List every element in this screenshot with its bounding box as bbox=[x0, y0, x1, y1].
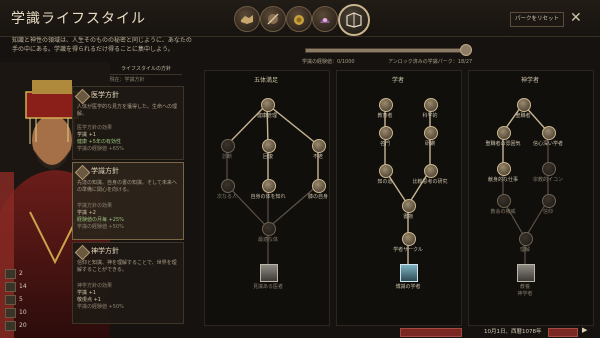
perk-node[interactable] bbox=[517, 98, 531, 112]
trait-unlock-node[interactable] bbox=[400, 264, 418, 282]
perk-label: 回復 bbox=[262, 154, 273, 160]
perk-label: 聖職者の雰囲気 bbox=[485, 141, 521, 147]
perk-label: 膝の自身 bbox=[307, 194, 328, 200]
perk-label: 教養 bbox=[519, 284, 530, 290]
perk-label: 聖職者 bbox=[515, 113, 531, 119]
perk-label: 知の道 bbox=[377, 179, 393, 185]
perk-label: 最適な体 bbox=[257, 237, 278, 243]
perk-node[interactable] bbox=[221, 179, 235, 193]
perk-label: 教育者 bbox=[377, 113, 393, 119]
perk-label: 教会の権威 bbox=[490, 209, 516, 215]
perk-label: 信心深い学者 bbox=[532, 141, 563, 147]
play-icon[interactable]: ▶ bbox=[582, 326, 587, 334]
perk-label: 理解 bbox=[519, 247, 530, 253]
perk-node[interactable] bbox=[379, 164, 393, 178]
perk-label: 学者サークル bbox=[393, 247, 423, 253]
perk-node[interactable] bbox=[519, 232, 533, 246]
perk-label: 献身的な仕事 bbox=[487, 177, 518, 183]
perk-label: 宗教的イコン bbox=[532, 177, 563, 183]
perk-label: 神学者 bbox=[517, 291, 533, 297]
perk-label: 信仰 bbox=[542, 209, 553, 215]
perk-node[interactable] bbox=[424, 164, 438, 178]
perk-node[interactable] bbox=[312, 179, 326, 193]
perk-node[interactable] bbox=[542, 126, 556, 140]
perk-node[interactable] bbox=[379, 126, 393, 140]
perk-node[interactable] bbox=[402, 232, 416, 246]
perk-node[interactable] bbox=[424, 98, 438, 112]
perk-label: 名門 bbox=[379, 141, 390, 147]
perk-node[interactable] bbox=[379, 98, 393, 112]
perk-node[interactable] bbox=[402, 199, 416, 213]
perk-label: 博識の学者 bbox=[395, 284, 421, 290]
perk-label: 研鑽 bbox=[424, 141, 435, 147]
perk-node[interactable] bbox=[262, 139, 276, 153]
trait-unlock-node[interactable] bbox=[517, 264, 535, 282]
perk-node[interactable] bbox=[221, 139, 235, 153]
perk-node[interactable] bbox=[497, 162, 511, 176]
perk-node[interactable] bbox=[312, 139, 326, 153]
perk-node[interactable] bbox=[424, 126, 438, 140]
notification-strip[interactable] bbox=[400, 328, 462, 337]
perk-node[interactable] bbox=[542, 194, 556, 208]
perk-label: 不老 bbox=[312, 154, 323, 160]
perk-label: 書物 bbox=[402, 214, 413, 220]
perk-node[interactable] bbox=[542, 162, 556, 176]
perk-node[interactable] bbox=[497, 194, 511, 208]
perk-label: 自身の体を知れ bbox=[250, 194, 286, 200]
trait-unlock-node[interactable] bbox=[260, 264, 278, 282]
perk-node[interactable] bbox=[261, 98, 275, 112]
speed-indicator[interactable] bbox=[548, 328, 578, 337]
perk-node[interactable] bbox=[262, 179, 276, 193]
perk-label: 見識ある医者 bbox=[252, 284, 283, 290]
perk-label: 健康管理 bbox=[256, 113, 277, 119]
perk-node[interactable] bbox=[262, 222, 276, 236]
perk-label: 科学的 bbox=[422, 113, 438, 119]
game-date[interactable]: 10月1日、西暦1078年 bbox=[484, 327, 542, 335]
perk-label: 比較思考の研究 bbox=[412, 179, 448, 185]
perk-node[interactable] bbox=[497, 126, 511, 140]
